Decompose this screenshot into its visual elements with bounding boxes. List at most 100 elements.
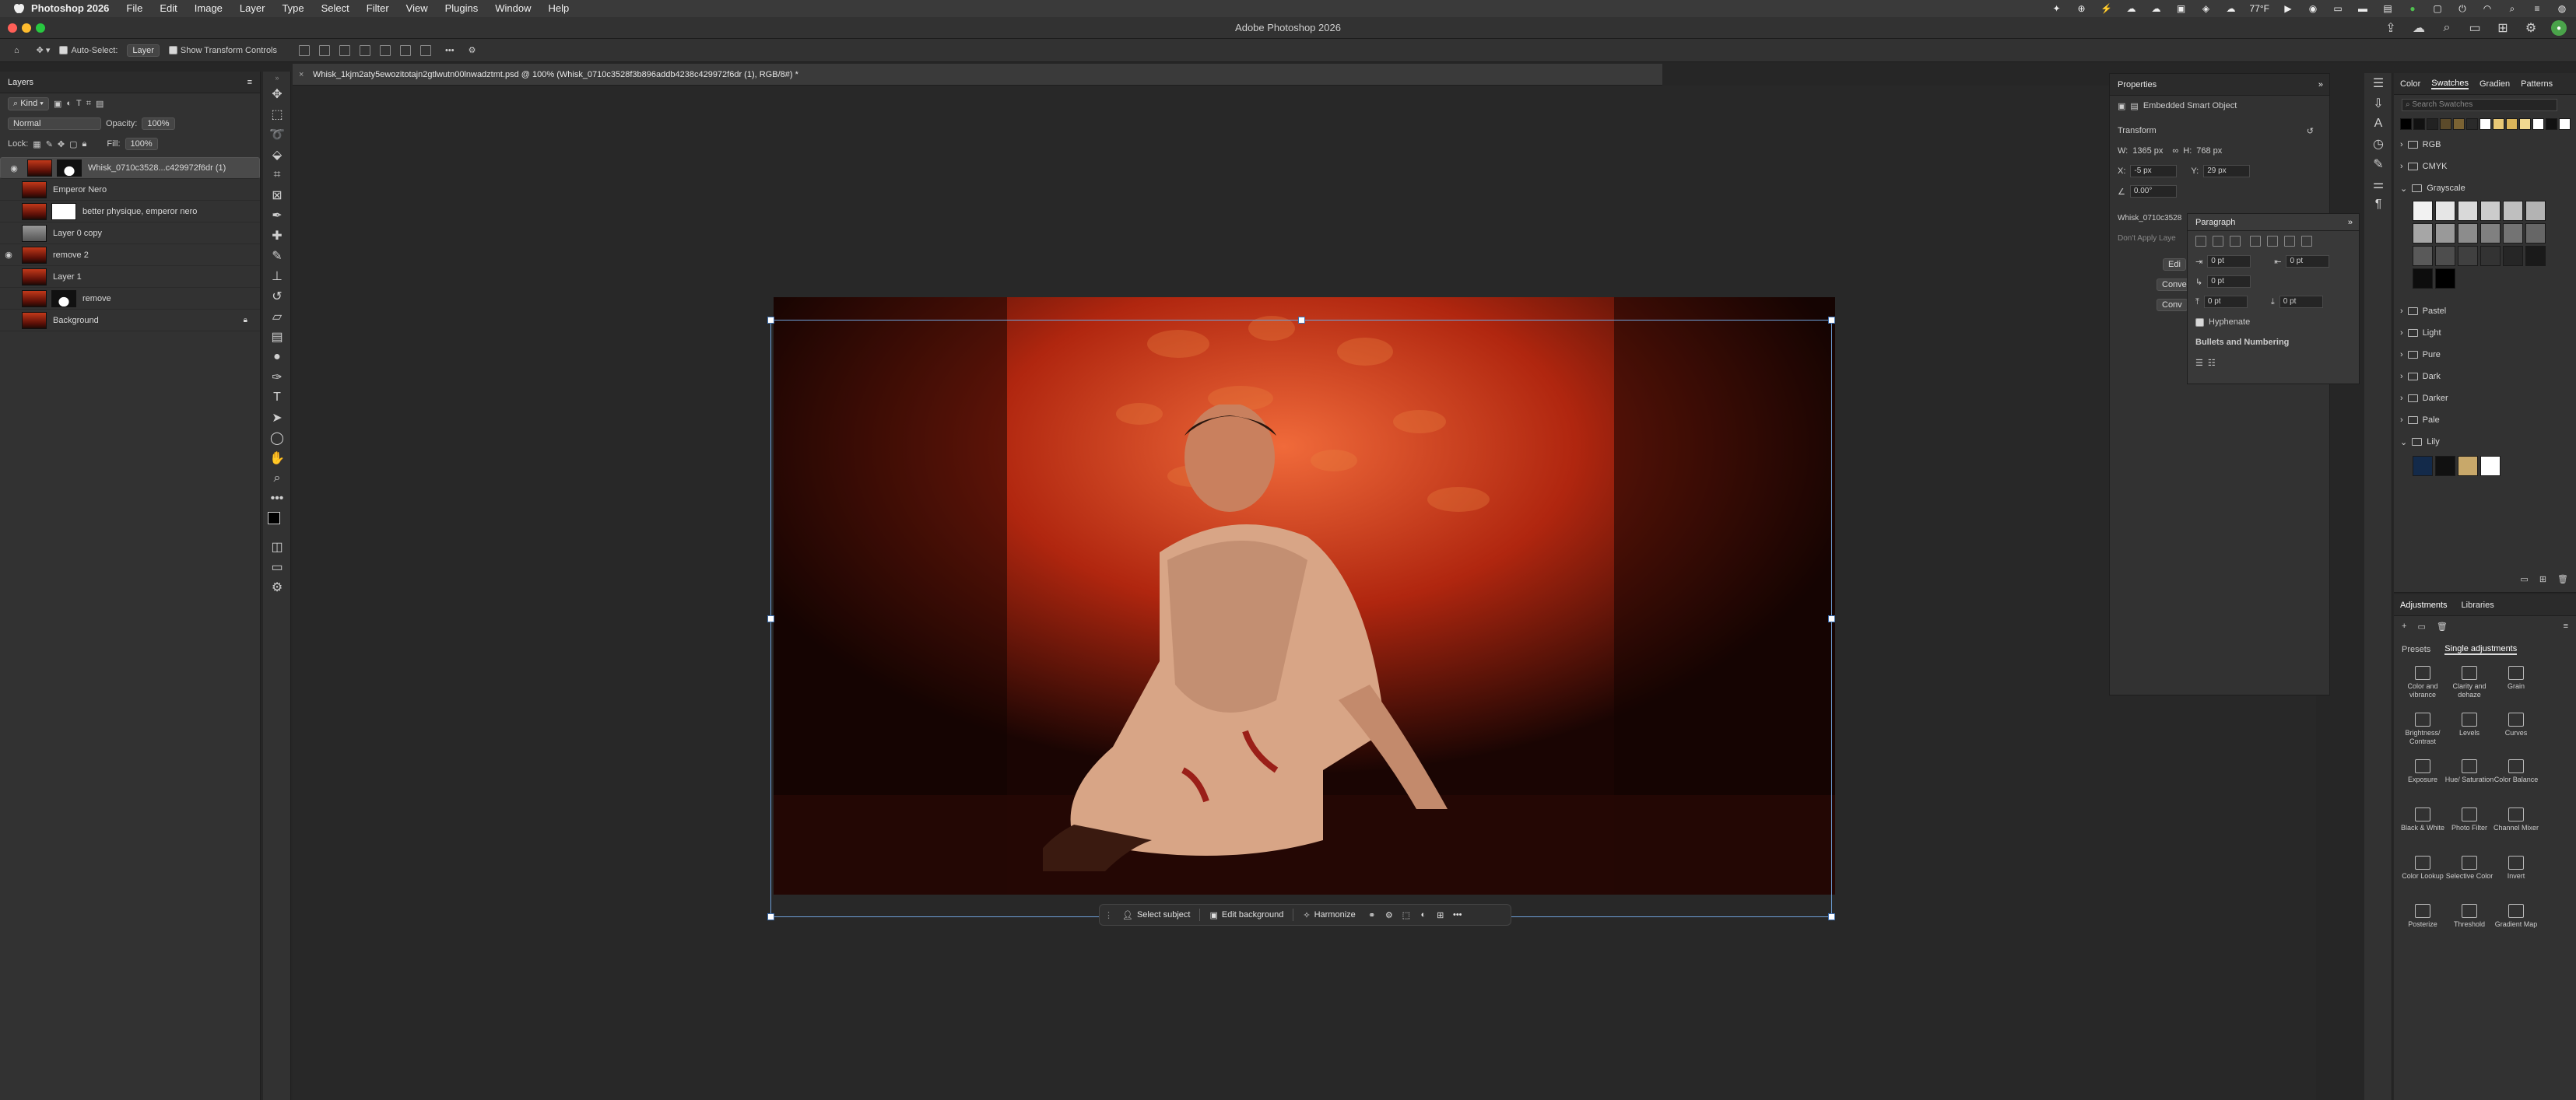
color-swatch[interactable] [2413, 118, 2425, 130]
foreground-color[interactable] [268, 512, 280, 524]
document-tab[interactable]: × Whisk_1kjm2aty5ewozitotajn2gtlwutn00ln… [293, 64, 1662, 86]
color-swatch[interactable] [2458, 223, 2478, 243]
auto-select-checkbox[interactable] [59, 46, 68, 54]
blend-mode-dropdown[interactable]: Normal [8, 117, 101, 130]
search-icon[interactable]: ⌕ [2439, 20, 2455, 36]
filter-type-icon[interactable]: T [76, 99, 82, 108]
filter-adjust-icon[interactable]: ◐ [66, 99, 72, 108]
close-tab-icon[interactable]: × [299, 64, 304, 86]
color-swatch[interactable] [2532, 118, 2544, 130]
transform-bounding-box[interactable] [767, 317, 1835, 920]
power-icon[interactable]: ⏻ [2456, 2, 2469, 15]
menu-window[interactable]: Window [486, 0, 539, 17]
swatch-group[interactable]: ⌄ Grayscale [2394, 177, 2576, 199]
frame-tool-icon[interactable]: ⊠ [263, 185, 291, 205]
first-line-field[interactable]: 0 pt [2207, 275, 2251, 288]
properties-tab[interactable]: Properties [2118, 80, 2157, 89]
color-swatch[interactable] [2480, 246, 2501, 266]
path-select-tool-icon[interactable]: ➤ [263, 408, 291, 428]
color-swatch[interactable] [2466, 118, 2478, 130]
color-swatch[interactable] [2435, 456, 2455, 476]
more-options-icon[interactable]: ••• [445, 46, 454, 55]
align-top-icon[interactable] [360, 44, 371, 56]
panel-menu-icon[interactable]: ≡ [247, 78, 252, 87]
stamp-tool-icon[interactable]: ⊥ [263, 266, 291, 286]
notion-icon[interactable]: ▣ [2175, 2, 2188, 15]
filter-kind-dropdown[interactable]: ⌕ Kind ▾ [8, 96, 49, 110]
screen-icon[interactable]: ▢ [2431, 2, 2444, 15]
move-tool-icon[interactable]: ✥ ▾ [37, 45, 51, 55]
lock-icon[interactable]: ▤ [2381, 2, 2394, 15]
numbered-list-icon[interactable]: ☷ [2208, 358, 2216, 368]
color-swatch[interactable] [2546, 118, 2557, 130]
swatch-group[interactable]: › Dark [2394, 366, 2576, 387]
collapse-icon[interactable]: » [2348, 218, 2353, 227]
layer-row[interactable]: Background 🔒︎ [0, 310, 260, 331]
eraser-tool-icon[interactable]: ▱ [263, 307, 291, 327]
menu-image[interactable]: Image [186, 0, 231, 17]
align-right-text-icon[interactable] [2230, 236, 2241, 247]
lock-paint-icon[interactable]: ✎ [46, 139, 53, 149]
weather-text[interactable]: 77°F [2250, 3, 2269, 14]
swatch-search-input[interactable]: ⌕ Search Swatches [2402, 99, 2557, 111]
healing-tool-icon[interactable]: ✚ [263, 226, 291, 246]
character-icon[interactable]: A [2364, 114, 2392, 134]
hand-tool-icon[interactable]: ✋ [263, 448, 291, 468]
adjustment-gradient-map[interactable]: Gradient Map [2489, 904, 2543, 929]
lock-all-icon[interactable]: 🔒︎ [82, 139, 87, 149]
color-swatch[interactable] [2413, 456, 2433, 476]
color-swatch[interactable] [2435, 268, 2455, 289]
layers-tab[interactable]: Layers [8, 78, 33, 87]
properties-icon[interactable]: ⚙ [1382, 908, 1396, 922]
color-swatch[interactable] [2503, 201, 2523, 221]
menu-file[interactable]: File [118, 0, 151, 17]
history-icon[interactable]: ◷ [2364, 134, 2392, 154]
color-swatch[interactable] [2503, 246, 2523, 266]
move-tool-icon[interactable]: ✥ [263, 84, 291, 104]
adjustment-color-balance[interactable]: Color Balance [2489, 759, 2543, 784]
color-swatch[interactable] [2435, 223, 2455, 243]
color-swatch[interactable] [2479, 118, 2491, 130]
align-center-text-icon[interactable] [2213, 236, 2223, 247]
toolbar-collapse-icon[interactable]: » [263, 72, 291, 84]
eye-icon[interactable]: ◉ [0, 250, 17, 260]
crop-tool-icon[interactable]: ⌗ [263, 165, 291, 185]
avatar[interactable]: ● [2551, 20, 2567, 36]
filters-icon[interactable]: ⚭ [1365, 908, 1379, 922]
opacity-field[interactable]: 100% [142, 117, 175, 130]
history-brush-icon[interactable]: ↺ [263, 286, 291, 307]
color-swatch[interactable] [2503, 223, 2523, 243]
search-icon[interactable]: ⌕ [2506, 2, 2518, 15]
bolt-icon[interactable]: ⚡ [2100, 2, 2113, 15]
align-left-text-icon[interactable] [2195, 236, 2206, 247]
justify-left-icon[interactable] [2250, 236, 2261, 247]
screen-mode-icon[interactable]: ▭ [263, 557, 291, 577]
color-swatch[interactable] [2480, 223, 2501, 243]
bullet-list-icon[interactable]: ☰ [2195, 358, 2203, 368]
color-swatch[interactable] [2435, 201, 2455, 221]
brush-settings-icon[interactable]: ✎ [2364, 154, 2392, 174]
arrange-icon[interactable]: ⊞ [2495, 20, 2511, 36]
gear-icon[interactable]: ⚙ [469, 45, 476, 55]
fill-field[interactable]: 100% [125, 138, 158, 150]
collapse-icon[interactable]: » [2318, 80, 2323, 89]
adjustment-curves[interactable]: Curves [2489, 713, 2543, 737]
color-swatch[interactable] [2458, 456, 2478, 476]
edit-background-button[interactable]: ▣ Edit background [1203, 906, 1290, 923]
swatch-group[interactable]: ⌄ Lily [2394, 431, 2576, 453]
color-swatch[interactable] [2400, 118, 2412, 130]
color-swatch[interactable] [2458, 246, 2478, 266]
dodge-tool-icon[interactable]: ● [263, 347, 291, 367]
y-field[interactable]: 29 px [2203, 165, 2251, 177]
harmonize-button[interactable]: ✧ Harmonize [1297, 906, 1361, 923]
layer-row[interactable]: ◉ Whisk_0710c3528...c429972f6dr (1) [0, 157, 260, 179]
layer-row[interactable]: ◉ remove 2 [0, 244, 260, 266]
h-value[interactable]: 768 px [2196, 146, 2222, 156]
swatches-tab[interactable]: Swatches [2431, 79, 2469, 89]
justify-right-icon[interactable] [2284, 236, 2295, 247]
lasso-tool-icon[interactable]: ➰ [263, 124, 291, 145]
color-swatch[interactable] [2525, 223, 2546, 243]
transform-handle[interactable] [767, 913, 774, 920]
list-view-icon[interactable]: ≡ [2564, 622, 2568, 631]
type-tool-icon[interactable]: T [263, 387, 291, 408]
